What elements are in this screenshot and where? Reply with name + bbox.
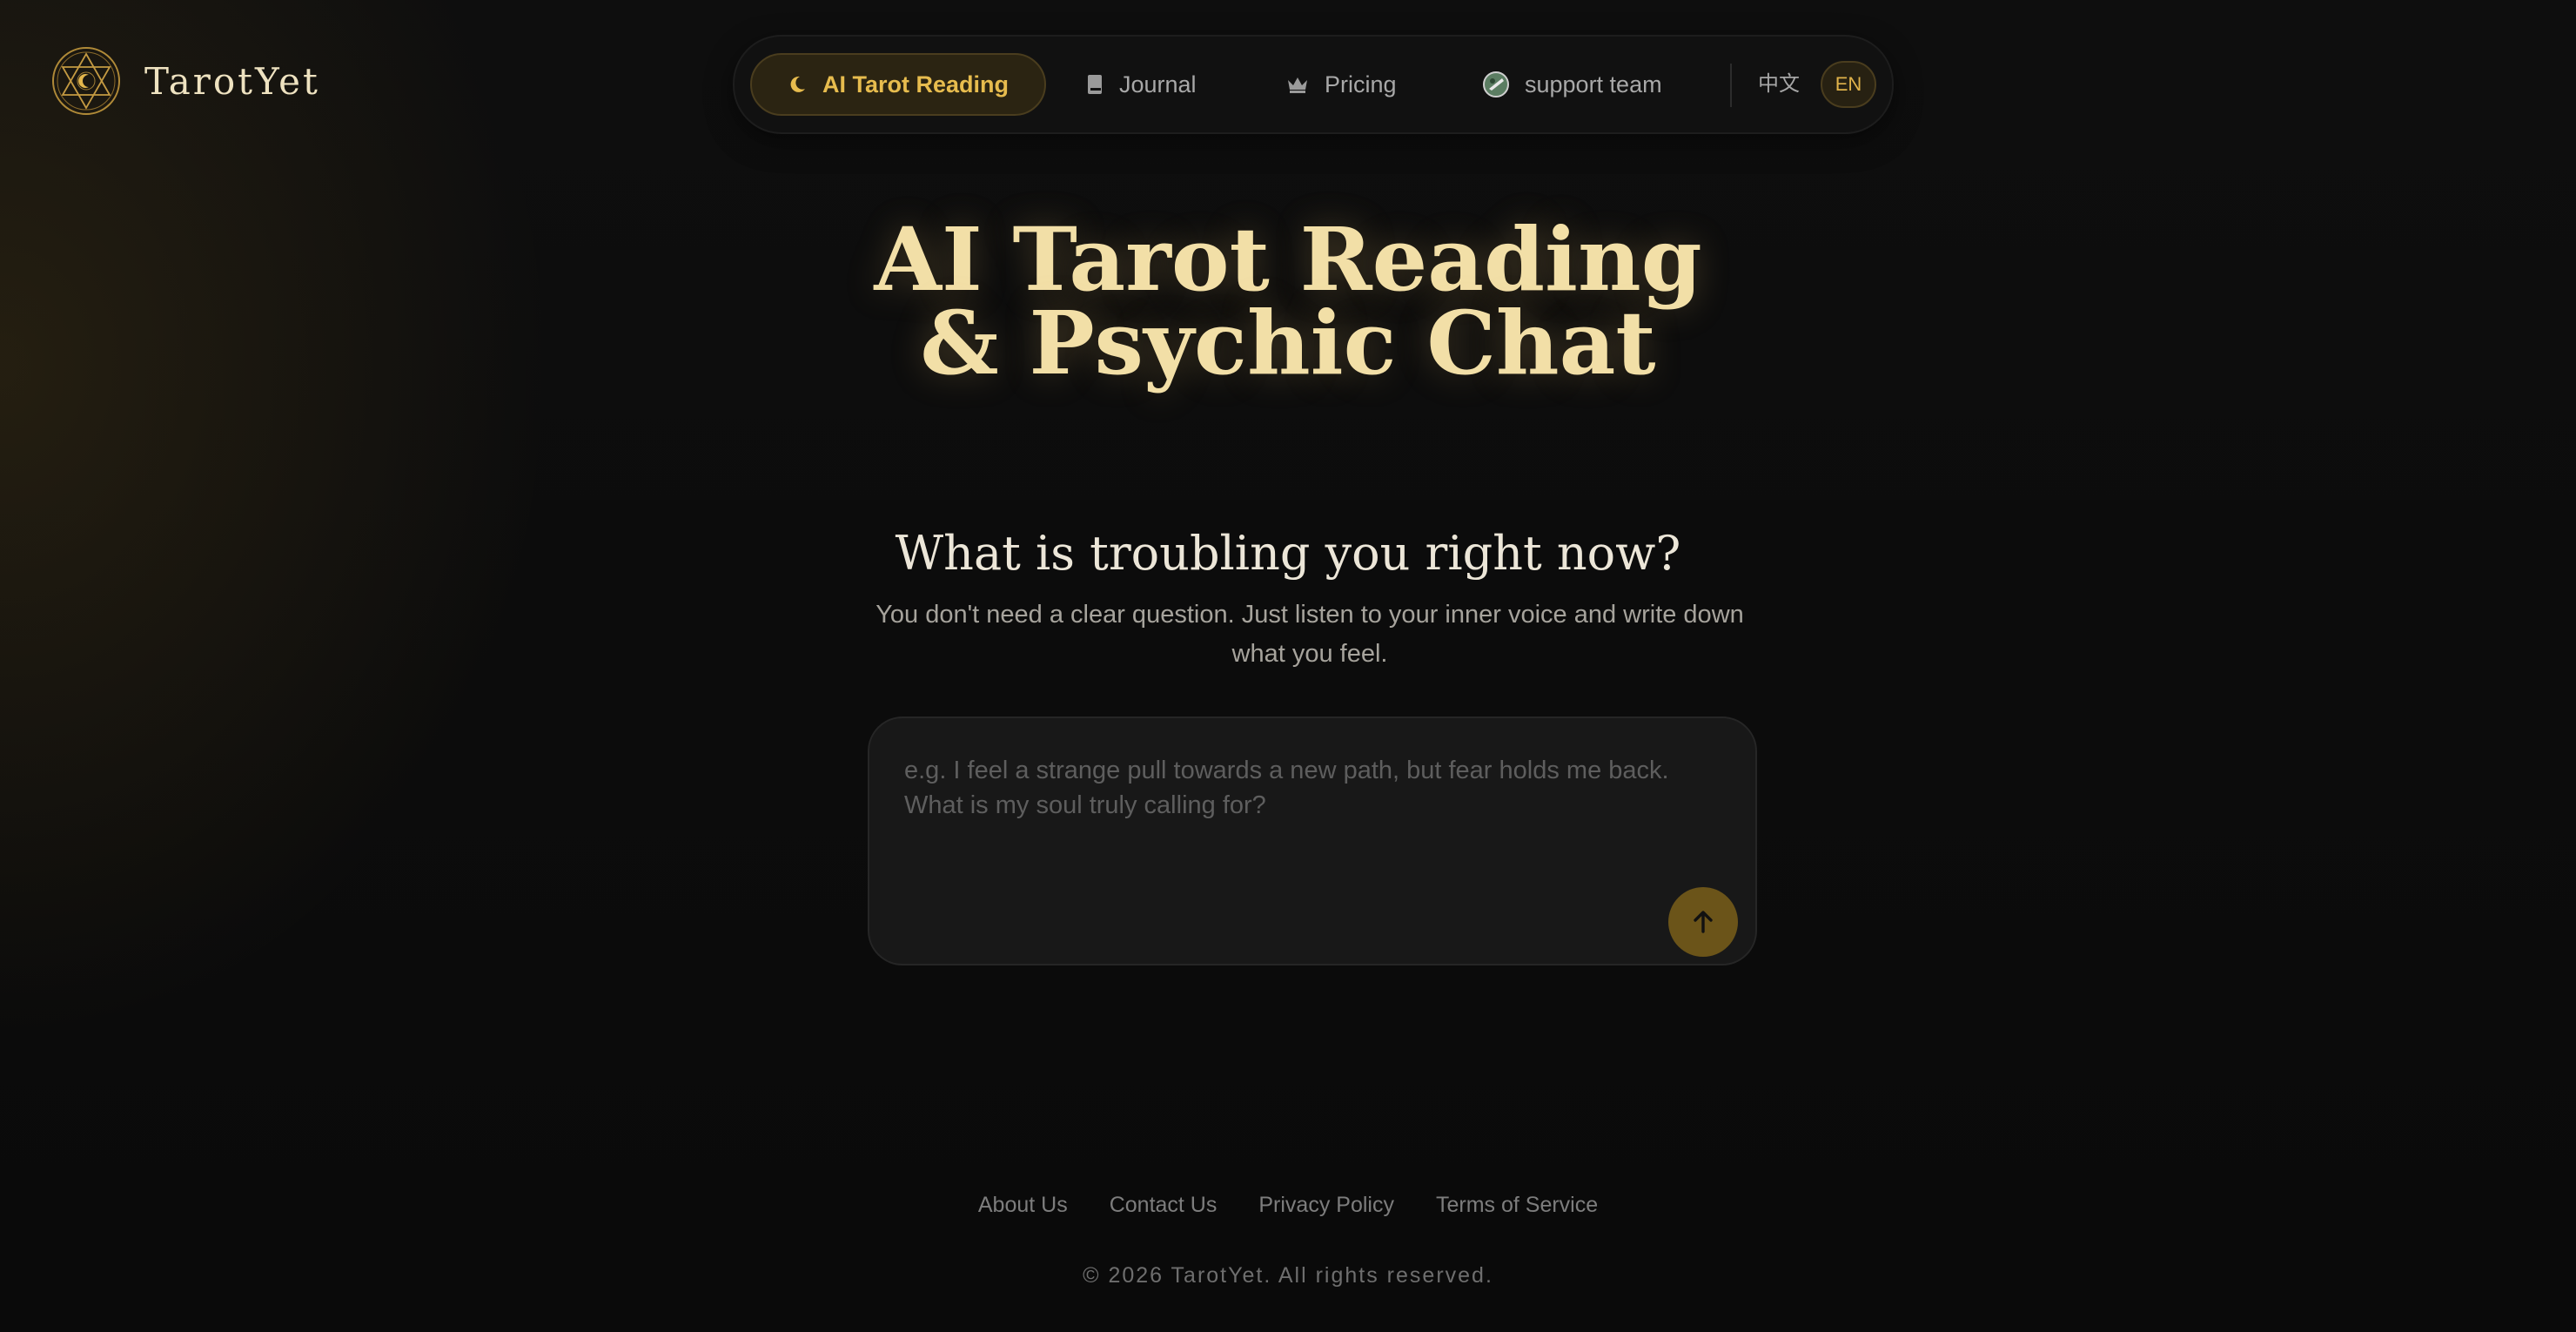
nav-item-label: AI Tarot Reading — [822, 71, 1009, 98]
copyright-text: © 2026 TarotYet. All rights reserved. — [1083, 1263, 1493, 1288]
brand-logo[interactable]: TarotYet — [50, 45, 320, 117]
arrow-up-icon — [1694, 911, 1713, 933]
nav-item-label: Journal — [1119, 71, 1197, 98]
question-textarea[interactable] — [904, 753, 1687, 884]
nav-item-pricing[interactable]: Pricing — [1286, 53, 1397, 116]
book-icon — [1088, 75, 1102, 94]
brand-name: TarotYet — [144, 59, 320, 103]
nav-divider — [1730, 64, 1732, 107]
language-zh-button[interactable]: 中文 — [1758, 66, 1800, 97]
hexagram-moon-icon — [52, 47, 120, 115]
nav-item-journal[interactable]: Journal — [1086, 53, 1197, 116]
main-nav: AI Tarot Reading Journal Pricing support… — [733, 35, 1894, 134]
footer-link-terms-of-service[interactable]: Terms of Service — [1436, 1193, 1598, 1218]
footer-links: About Us Contact Us Privacy Policy Terms… — [0, 1193, 2576, 1218]
prompt-subtitle: You don't need a clear question. Just li… — [875, 601, 1744, 668]
page-title: AI Tarot Reading & Psychic Chat — [0, 216, 2576, 387]
nav-item-label: support team — [1525, 71, 1662, 98]
footer-link-privacy-policy[interactable]: Privacy Policy — [1258, 1193, 1394, 1218]
nav-item-label: Pricing — [1325, 71, 1397, 98]
question-input-box — [868, 716, 1757, 965]
footer-link-about-us[interactable]: About Us — [978, 1193, 1068, 1218]
send-button[interactable] — [1668, 887, 1738, 957]
crown-icon — [1288, 77, 1307, 93]
footer-link-contact-us[interactable]: Contact Us — [1110, 1193, 1218, 1218]
avatar-icon — [1483, 71, 1509, 98]
nav-item-ai-tarot-reading[interactable]: AI Tarot Reading — [750, 53, 1046, 116]
moon-icon — [790, 76, 805, 92]
language-en-button[interactable]: EN — [1821, 61, 1876, 108]
nav-item-support-team[interactable]: support team — [1483, 53, 1662, 116]
page-title-line2: & Psychic Chat — [920, 292, 1656, 394]
prompt-heading: What is troubling you right now? — [895, 526, 1681, 581]
